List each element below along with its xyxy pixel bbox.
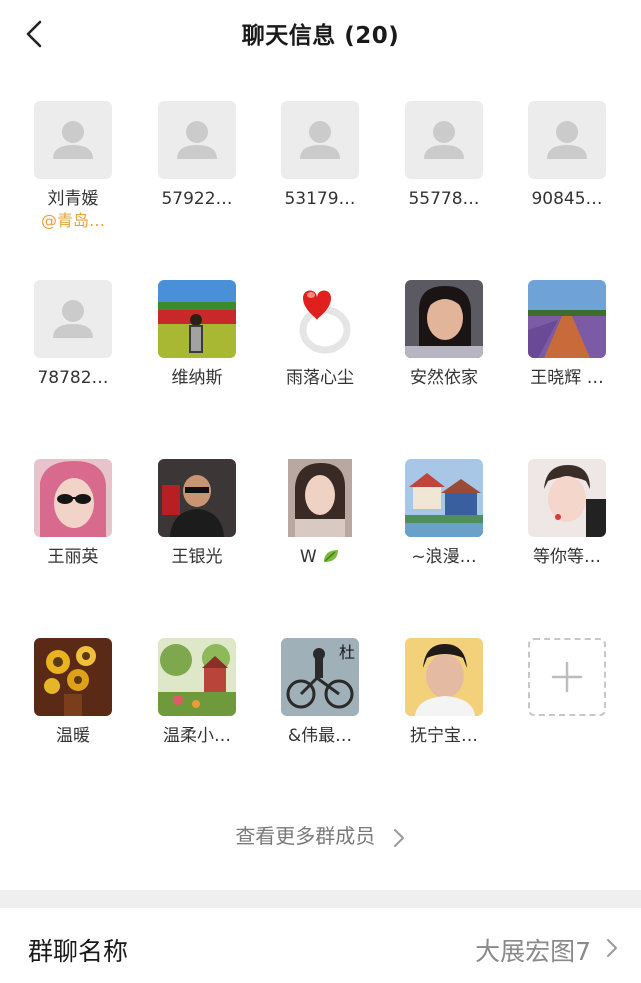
member-item[interactable]: 抚宁宝… [384,638,504,747]
member-item[interactable]: 维纳斯 [137,280,257,389]
view-more-members-link[interactable]: 查看更多群成员 [0,820,641,849]
member-item[interactable]: 雨落心尘 [260,280,380,389]
member-name: 王丽英 [47,547,99,567]
member-item[interactable]: 杜 &伟最… [260,638,380,747]
member-name: 78782… [37,368,109,388]
member-item[interactable]: ~浪漫… [384,459,504,568]
member-item[interactable]: 温柔小… [137,638,257,747]
member-item[interactable]: 90845… [507,101,627,210]
member-item[interactable]: 78782… [13,280,133,389]
member-item[interactable]: 温暖 [13,638,133,747]
group-name-row[interactable]: 群聊名称 大展宏图7 [0,908,641,983]
seaside-houses-photo-icon [405,459,483,537]
member-grid: 刘青媛 @青岛… 57922… 53179… 55778… 90845… 787… [0,0,641,800]
member-item[interactable]: 55778… [384,101,504,210]
default-avatar-icon [528,101,606,179]
cyclist-photo-icon: 杜 [281,638,359,716]
member-item[interactable]: 53179… [260,101,380,210]
heart-ring-photo-icon [281,280,359,358]
member-name: 57922… [161,189,233,209]
flower-field-photo-icon [158,280,236,358]
member-item[interactable]: 等你等… [507,459,627,568]
default-avatar-icon [158,101,236,179]
member-item[interactable]: W [260,459,380,568]
member-name: 王晓辉 … [530,368,604,388]
member-item[interactable]: 刘青媛 @青岛… [13,101,133,232]
default-avatar-icon [34,280,112,358]
member-name: W [260,546,380,568]
chevron-right-icon [607,939,617,957]
leaf-emoji-icon [322,547,340,567]
section-divider [0,890,641,908]
sunflowers-painting-icon [34,638,112,716]
default-avatar-icon [405,101,483,179]
add-member-box[interactable] [528,638,606,716]
member-name: &伟最… [287,726,353,746]
default-avatar-icon [281,101,359,179]
member-item[interactable]: 安然依家 [384,280,504,389]
member-name: 温柔小… [163,726,231,746]
chevron-right-icon [393,828,404,847]
default-avatar-icon [34,101,112,179]
member-name: 维纳斯 [171,368,223,388]
group-name-value: 大展宏图7 [475,937,591,966]
man-car-photo-icon [158,459,236,537]
young-man-photo-icon [528,459,606,537]
member-name-text: W [299,547,317,567]
plus-icon [551,661,583,693]
man-portrait-photo-icon [405,638,483,716]
member-name: 王银光 [171,547,223,567]
member-name: 等你等… [533,547,601,567]
member-item[interactable]: 王丽英 [13,459,133,568]
member-item[interactable]: 王银光 [137,459,257,568]
sunglasses-woman-photo-icon [34,459,112,537]
girl-portrait-photo-icon [281,459,359,537]
view-more-label: 查看更多群成员 [235,824,376,848]
add-member-button[interactable] [507,638,627,716]
lavender-road-photo-icon [528,280,606,358]
member-name: 53179… [284,189,356,209]
member-item[interactable]: 王晓辉 … [507,280,627,389]
member-name: ~浪漫… [411,547,477,567]
member-name: 刘青媛 [47,189,99,209]
member-tag: @青岛… [40,211,105,230]
woman-portrait-photo-icon [405,280,483,358]
member-name: 雨落心尘 [286,368,354,388]
svg-text:杜: 杜 [339,643,355,662]
member-name: 55778… [408,189,480,209]
member-name: 温暖 [56,726,90,746]
garden-painting-icon [158,638,236,716]
member-name: 安然依家 [410,368,478,388]
member-name: 抚宁宝… [410,726,478,746]
group-name-label: 群聊名称 [28,937,129,966]
member-item[interactable]: 57922… [137,101,257,210]
member-name: 90845… [531,189,603,209]
